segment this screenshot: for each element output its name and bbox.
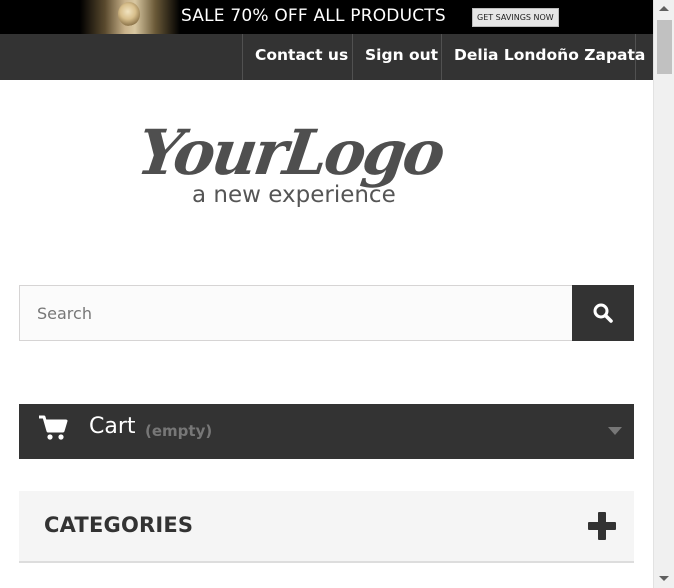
plus-icon[interactable] [588,512,616,540]
promo-banner[interactable]: SALE 70% OFF ALL PRODUCTS GET SAVINGS NO… [0,0,653,34]
categories-title: CATEGORIES [44,513,194,537]
scroll-thumb[interactable] [657,20,672,74]
cart-status: (empty) [145,422,213,440]
search-icon [593,303,613,323]
site-logo[interactable]: YourLogo a new experience [133,112,490,212]
cart-label: Cart [89,414,136,439]
cart-icon [39,415,68,440]
sign-out-link[interactable]: Sign out [352,34,441,80]
page: SALE 70% OFF ALL PRODUCTS GET SAVINGS NO… [0,0,653,588]
banner-text: SALE 70% OFF ALL PRODUCTS [181,6,446,26]
search-input[interactable] [19,285,573,341]
vertical-scrollbar[interactable] [653,0,674,588]
banner-model-image [80,0,180,34]
logo-tagline: a new experience [192,182,396,208]
search-button[interactable] [572,285,634,341]
scroll-down-arrow-icon[interactable] [659,576,669,581]
contact-us-link[interactable]: Contact us [242,34,352,80]
chevron-down-icon [608,427,622,435]
user-account-link[interactable]: Delia Londoño Zapata [441,34,645,80]
logo-main: YourLogo [140,116,448,189]
scroll-up-arrow-icon[interactable] [659,6,669,11]
top-nav: Contact us Sign out Delia Londoño Zapata [0,34,653,80]
categories-block: CATEGORIES [19,491,634,563]
banner-cta-button[interactable]: GET SAVINGS NOW [472,8,559,27]
cart-dropdown[interactable]: Cart (empty) [19,404,634,459]
